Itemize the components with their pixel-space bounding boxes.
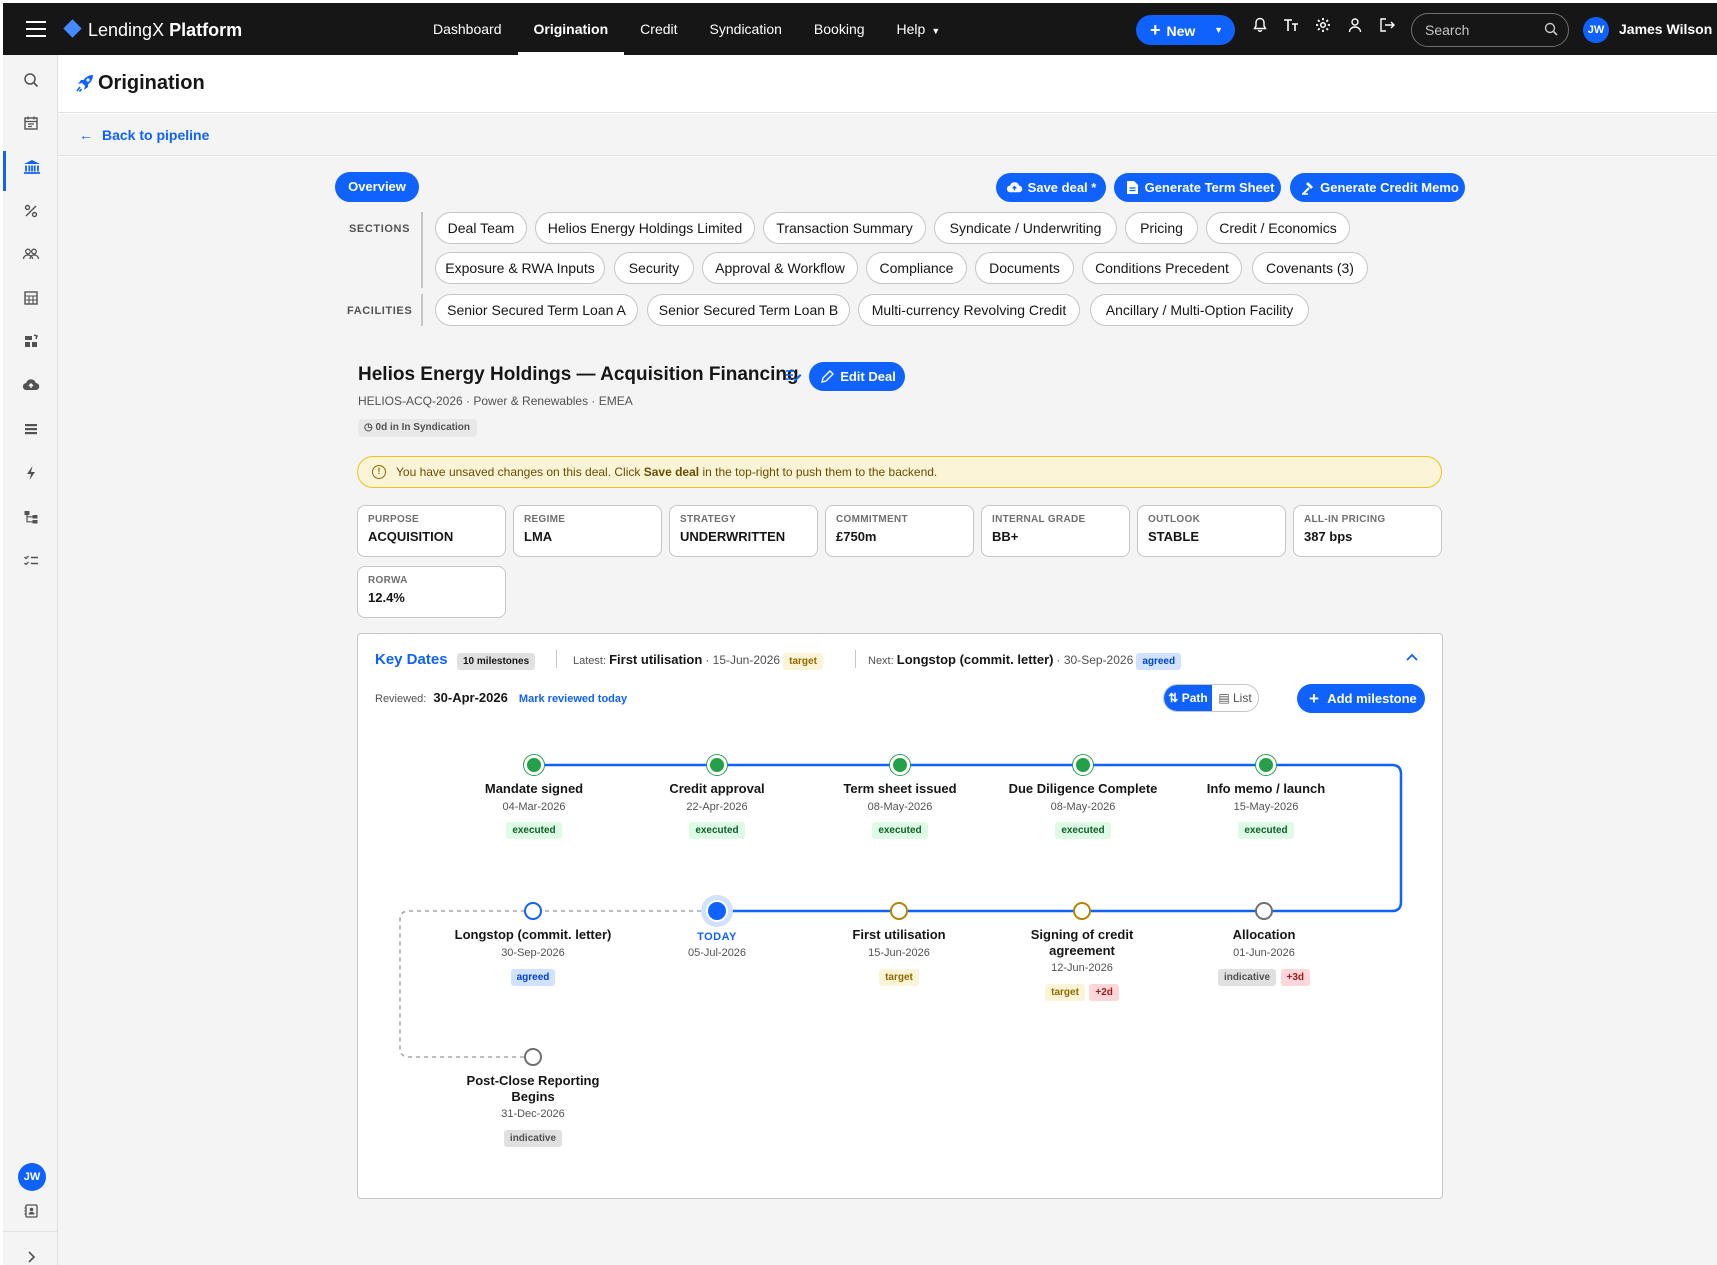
status-chip: executed <box>689 822 745 839</box>
status-chip: agreed <box>510 969 556 986</box>
milestone-date: 04-Mar-2026 <box>502 801 566 813</box>
milestone-status: indicative +3d <box>1184 967 1344 986</box>
milestone-name: Post-Close Reporting Begins <box>466 1073 600 1104</box>
milestone-node[interactable] <box>1256 755 1276 775</box>
milestone-status: target <box>819 967 979 986</box>
milestone-date: 12-Jun-2026 <box>1051 962 1113 974</box>
status-chip: target <box>879 969 919 986</box>
milestone-node[interactable] <box>1255 902 1273 920</box>
milestone-node[interactable] <box>890 755 910 775</box>
milestone-node[interactable] <box>524 1048 542 1066</box>
milestone-name: Allocation <box>1232 927 1296 942</box>
today-label: TODAY <box>697 931 737 943</box>
milestone-date: 08-May-2026 <box>867 801 933 813</box>
milestone-node[interactable] <box>1073 902 1091 920</box>
milestone-name: Longstop (commit. letter) <box>454 927 612 942</box>
milestone-status: agreed <box>453 967 613 986</box>
milestone-date: 30-Sep-2026 <box>501 947 565 959</box>
milestone-path <box>399 763 1403 1058</box>
milestone-date: 08-May-2026 <box>1050 801 1116 813</box>
milestone-date: 01-Jun-2026 <box>1233 947 1295 959</box>
milestone-node[interactable] <box>890 902 908 920</box>
milestone-name: Due Diligence Complete <box>1008 781 1158 796</box>
milestone-node[interactable] <box>524 755 544 775</box>
milestone-name: Mandate signed <box>484 781 584 796</box>
milestone-status: executed <box>637 820 797 839</box>
status-chip: executed <box>506 822 562 839</box>
slip-chip: +3d <box>1280 969 1311 986</box>
milestone-name: Credit approval <box>669 781 765 796</box>
milestone-status: executed <box>820 820 980 839</box>
slip-chip: +2d <box>1089 984 1119 1001</box>
milestone-status: target +2d <box>1002 982 1162 1001</box>
milestone-node[interactable] <box>524 902 542 920</box>
status-chip: target <box>1045 984 1085 1001</box>
milestone-node[interactable] <box>1073 755 1093 775</box>
milestone-status: indicative <box>453 1128 613 1147</box>
milestone-name: Term sheet issued <box>843 781 957 796</box>
milestone-name: First utilisation <box>852 927 946 942</box>
milestone-node[interactable] <box>707 755 727 775</box>
milestone-name: Signing of credit agreement <box>1030 927 1134 958</box>
milestone-date: 31-Dec-2026 <box>501 1108 565 1120</box>
milestone-date: 22-Apr-2026 <box>686 801 748 813</box>
status-chip: executed <box>1238 822 1294 839</box>
today-marker <box>706 900 728 922</box>
status-chip: executed <box>872 822 928 839</box>
milestone-status: executed <box>454 820 614 839</box>
status-chip: executed <box>1055 822 1111 839</box>
status-chip: indicative <box>503 1130 563 1147</box>
status-chip: indicative <box>1217 969 1277 986</box>
milestone-name: Info memo / launch <box>1206 781 1326 796</box>
milestone-status: executed <box>1186 820 1346 839</box>
milestone-date: 15-May-2026 <box>1233 801 1299 813</box>
milestone-date: 15-Jun-2026 <box>868 947 930 959</box>
milestone-status: executed <box>1003 820 1163 839</box>
today-date: 05-Jul-2026 <box>687 947 747 959</box>
